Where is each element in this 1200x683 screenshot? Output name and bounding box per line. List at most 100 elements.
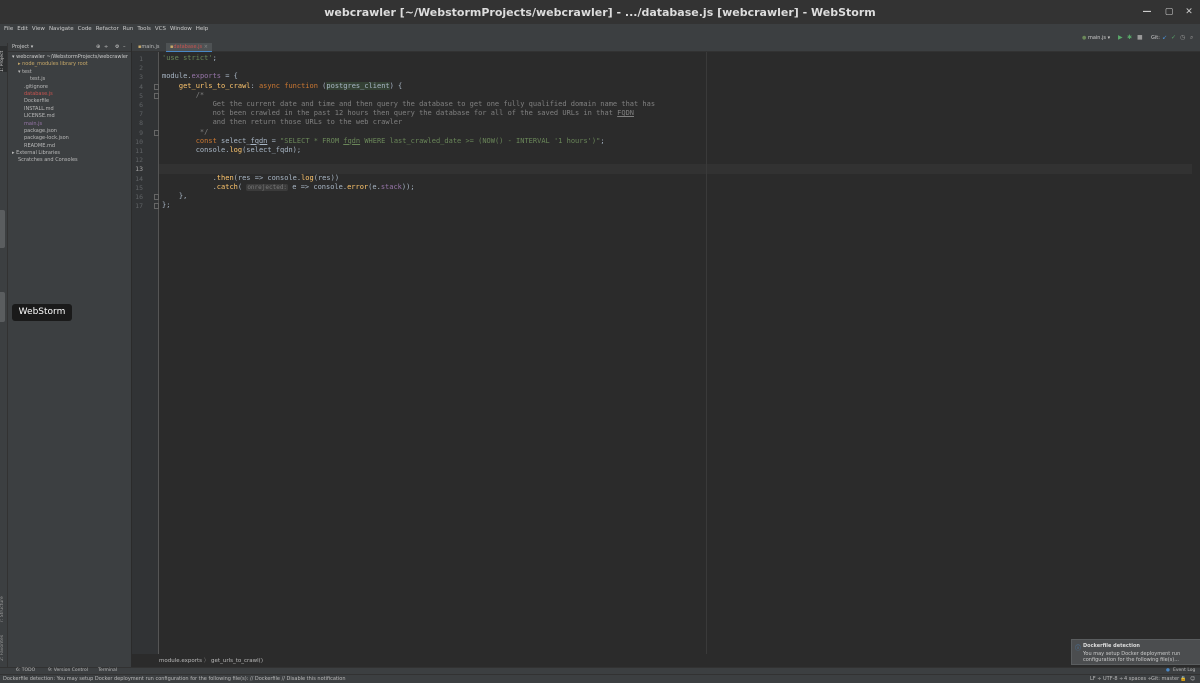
- run-icon[interactable]: ▶: [1118, 34, 1123, 41]
- code-line[interactable]: 'use strict';: [162, 54, 217, 63]
- tree-item[interactable]: LICENSE.md: [8, 113, 131, 120]
- code-line[interactable]: Get the current date and time and then q…: [162, 100, 656, 109]
- menu-vcs[interactable]: VCS: [155, 24, 166, 34]
- tab-close-icon[interactable]: ×: [204, 44, 208, 50]
- project-panel-header: Project ▾ ⊕ ÷ ⚙ –: [8, 43, 131, 52]
- stop-icon[interactable]: ■: [1137, 34, 1143, 41]
- git-commit-icon[interactable]: ✓: [1171, 34, 1176, 41]
- code-editor[interactable]: 'use strict'; module.exports = { get_urls…: [159, 52, 1200, 654]
- left-tool-stripe: 1: Project 7: Structure 2: Favorites: [0, 43, 8, 667]
- git-label: Git:: [1151, 35, 1160, 41]
- app-tooltip: WebStorm: [12, 304, 72, 321]
- breadcrumb-item[interactable]: module.exports: [159, 658, 202, 664]
- code-line[interactable]: */: [162, 128, 208, 137]
- structure-tool-tab[interactable]: 7: Structure: [0, 593, 7, 623]
- code-line[interactable]: .then(res => console.log(res)): [162, 174, 339, 183]
- line-number: 8: [139, 119, 143, 128]
- line-number: 17: [135, 202, 143, 211]
- menu-view[interactable]: View: [32, 24, 45, 34]
- tree-item-label: ▸ External Libraries: [12, 150, 61, 157]
- collapse-icon[interactable]: ÷: [104, 43, 108, 51]
- line-number: 2: [139, 64, 143, 73]
- code-line[interactable]: get_urls_to_crawl: async function (postg…: [162, 81, 402, 91]
- tree-item[interactable]: test.js: [8, 76, 131, 83]
- tree-item[interactable]: database.js: [8, 91, 131, 98]
- tree-item[interactable]: main.js: [8, 121, 131, 128]
- tree-item-label: package-lock.json: [24, 135, 69, 142]
- menu-bar: File Edit View Navigate Code Refactor Run Tools…: [0, 24, 1200, 34]
- menu-navigate[interactable]: Navigate: [49, 24, 74, 34]
- right-margin-guide: [706, 52, 707, 654]
- locate-icon[interactable]: ⊕: [96, 43, 100, 51]
- breadcrumb-item[interactable]: get_urls_to_crawl(): [211, 658, 263, 664]
- line-number: 11: [135, 147, 143, 155]
- minimize-icon[interactable]: —: [1140, 5, 1154, 19]
- dock-handle-top: [0, 210, 5, 248]
- line-number: 12: [135, 156, 143, 165]
- tree-item[interactable]: README.md: [8, 143, 131, 150]
- code-line[interactable]: console.log(select_fqdn);: [162, 146, 301, 155]
- menu-tools[interactable]: Tools: [137, 24, 151, 34]
- run-config-select[interactable]: ● main.js ▾: [1082, 35, 1110, 41]
- tree-item[interactable]: INSTALL.md: [8, 106, 131, 113]
- tree-item[interactable]: ▸ node_modules library root: [8, 61, 131, 68]
- tree-item[interactable]: ▸ External Libraries: [8, 150, 131, 157]
- git-update-icon[interactable]: ↙: [1162, 34, 1167, 41]
- code-line[interactable]: and then return those URLs to the web cr…: [162, 118, 403, 127]
- tree-item[interactable]: ▾ webcrawler ~/WebstormProjects/webcrawl…: [8, 54, 131, 61]
- menu-code[interactable]: Code: [78, 24, 92, 34]
- menu-run[interactable]: Run: [123, 24, 134, 34]
- menu-edit[interactable]: Edit: [17, 24, 28, 34]
- code-line[interactable]: };: [162, 201, 170, 210]
- menu-help[interactable]: Help: [196, 24, 209, 34]
- code-line[interactable]: /*: [162, 91, 204, 100]
- code-line[interactable]: const select_fqdn = "SELECT * FROM fqdn …: [162, 137, 605, 146]
- search-everywhere-icon[interactable]: ⌕: [1190, 34, 1193, 42]
- tree-item[interactable]: .gitignore: [8, 84, 131, 91]
- tree-item[interactable]: package-lock.json: [8, 135, 131, 142]
- favorites-tool-tab[interactable]: 2: Favorites: [0, 631, 7, 661]
- tree-item[interactable]: Scratches and Consoles: [8, 157, 131, 164]
- close-icon[interactable]: ✕: [1182, 5, 1196, 19]
- menu-file[interactable]: File: [4, 24, 13, 34]
- code-line[interactable]: .catch( onrejected: e => console.error(e…: [162, 183, 415, 192]
- tree-item[interactable]: Dockerfile: [8, 98, 131, 105]
- tree-item-label: LICENSE.md: [24, 113, 55, 120]
- tree-item-label: ▸ node_modules library root: [18, 61, 88, 68]
- menu-window[interactable]: Window: [170, 24, 192, 34]
- line-number: 10: [135, 137, 143, 146]
- window-title-bar: webcrawler [~/WebstormProjects/webcrawle…: [0, 0, 1200, 24]
- editor-scrollbar[interactable]: [1192, 52, 1200, 654]
- tab-main-js[interactable]: ▪main.js: [134, 43, 163, 51]
- tree-item-label: .gitignore: [24, 83, 48, 90]
- project-view-select[interactable]: Project ▾: [12, 44, 33, 50]
- hide-icon[interactable]: –: [123, 43, 126, 51]
- event-log-icon: ●: [1166, 668, 1170, 673]
- code-line[interactable]: not been crawled in the past 12 hours th…: [162, 109, 634, 118]
- tree-item[interactable]: ▾ test: [8, 69, 131, 76]
- git-history-icon[interactable]: ◷: [1180, 34, 1185, 41]
- gear-icon[interactable]: ⚙: [115, 43, 119, 51]
- debug-icon[interactable]: ✱: [1127, 34, 1132, 41]
- tree-item-label: README.md: [24, 142, 56, 149]
- notification-body: configuration for the following file(s).…: [1083, 657, 1179, 663]
- project-tool-tab[interactable]: 1: Project: [0, 46, 7, 72]
- line-number: 1: [139, 55, 143, 63]
- menu-refactor[interactable]: Refactor: [96, 24, 119, 34]
- event-log-tool-tab[interactable]: Event Log: [1173, 668, 1195, 673]
- maximize-icon[interactable]: ▢: [1162, 5, 1176, 19]
- todo-tool-tab[interactable]: 6: TODO: [16, 668, 35, 673]
- terminal-tool-tab[interactable]: Terminal: [98, 668, 117, 673]
- line-number: 6: [139, 101, 143, 109]
- tree-item-label: package.json: [24, 127, 57, 134]
- project-panel: Project ▾ ⊕ ÷ ⚙ – ▾ webcrawler ~/Webstor…: [8, 43, 132, 667]
- tree-item-label: ▾ test: [18, 68, 32, 75]
- tab-database-js[interactable]: ▪database.js ×: [166, 43, 212, 52]
- code-line[interactable]: },: [162, 192, 187, 201]
- version-control-tool-tab[interactable]: 9: Version Control: [48, 668, 88, 673]
- notification-balloon[interactable]: ⓘ Dockerfile detection You may setup Doc…: [1071, 639, 1200, 665]
- tree-item[interactable]: package.json: [8, 128, 131, 135]
- code-line[interactable]: module.exports = {: [162, 72, 238, 81]
- current-line-highlight: [159, 164, 1200, 174]
- tree-item-label: database.js: [24, 90, 53, 97]
